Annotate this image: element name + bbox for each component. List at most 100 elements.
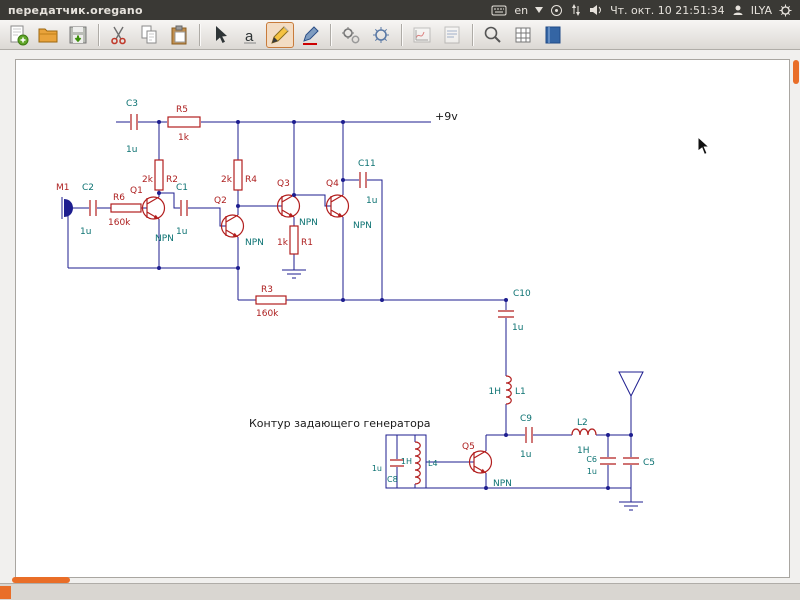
label-M1-name: M1 (56, 183, 70, 193)
select-tool-button[interactable] (206, 22, 234, 48)
plot-button[interactable] (408, 22, 436, 48)
label-C11-name: C11 (358, 159, 376, 169)
network-icon[interactable] (550, 4, 563, 17)
menubar: передатчик.oregano en Ч (0, 0, 800, 20)
microphone-symbol[interactable] (64, 199, 73, 217)
label-Q5-type: NPN (493, 479, 512, 489)
new-file-button[interactable] (4, 22, 32, 48)
open-file-button[interactable] (34, 22, 62, 48)
label-L4-value: 1H (401, 457, 412, 466)
label-L1-value: 1H (489, 387, 502, 397)
label-R3-name: R3 (261, 285, 273, 295)
save-file-button[interactable] (64, 22, 92, 48)
grid-button[interactable] (509, 22, 537, 48)
part-library-icon (542, 24, 564, 46)
clock[interactable]: Чт. окт. 10 21:51:34 (610, 4, 725, 17)
plot-icon (411, 24, 433, 46)
oscillator-caption: Контур задающего генератора (249, 417, 431, 430)
copy-icon (138, 24, 160, 46)
copy-button[interactable] (135, 22, 163, 48)
preferences-gear-icon (370, 24, 392, 46)
label-L2-name: L2 (577, 418, 588, 428)
vertical-scrollbar-thumb[interactable] (793, 60, 799, 84)
gear-icon[interactable] (779, 4, 792, 17)
label-R4-name: R4 (245, 175, 257, 185)
label-L1-name: L1 (515, 387, 526, 397)
keyboard-icon[interactable] (491, 4, 507, 16)
text-tool-button[interactable]: a (236, 22, 264, 48)
label-R4-value: 2k (221, 175, 233, 185)
label-C6-name: C6 (586, 455, 597, 464)
speaker-icon[interactable] (589, 4, 603, 16)
schematic-canvas[interactable]: +9v Контур задающего генератора C3 1u R5… (16, 60, 791, 579)
zoom-fit-button[interactable] (479, 22, 507, 48)
inductor-L2[interactable] (572, 429, 596, 435)
label-R3-value: 160k (256, 309, 279, 319)
text-tool-icon: a (239, 24, 261, 46)
resistor-R5[interactable] (168, 117, 200, 127)
preferences-button[interactable] (367, 22, 395, 48)
label-C1-value: 1u (176, 227, 187, 237)
label-L4-name: L4 (428, 459, 438, 468)
resistor-R1[interactable] (290, 226, 298, 254)
part-library-button[interactable] (539, 22, 567, 48)
label-C10-name: C10 (513, 289, 531, 299)
gears-icon (340, 24, 362, 46)
resistor-R4[interactable] (234, 160, 242, 190)
chevron-down-icon (535, 7, 543, 13)
label-Q5-name: Q5 (462, 442, 475, 452)
toolbar-separator (199, 24, 200, 46)
label-C6-value: 1u (587, 467, 597, 476)
wire-pencil-icon (269, 24, 291, 46)
mouse-cursor (697, 136, 711, 156)
label-C2-value: 1u (80, 227, 91, 237)
user-icon (732, 4, 744, 16)
save-icon (67, 24, 89, 46)
label-R6-value: 160k (108, 218, 131, 228)
magnifier-icon (482, 24, 504, 46)
label-C8-name: C8 (387, 475, 398, 484)
label-C11-value: 1u (366, 196, 377, 206)
resistor-R6[interactable] (111, 204, 141, 212)
grid-icon (512, 24, 534, 46)
netlist-button[interactable] (438, 22, 466, 48)
wire-tool-button[interactable] (266, 22, 294, 48)
resistor-R3[interactable] (256, 296, 286, 304)
user-menu[interactable]: ILYA (751, 4, 772, 17)
statusbar (0, 583, 800, 600)
keyboard-layout-indicator[interactable]: en (514, 4, 528, 17)
annotation-tool-button[interactable] (296, 22, 324, 48)
label-C9-name: C9 (520, 414, 532, 424)
resistor-R2[interactable] (155, 160, 163, 190)
label-R2-value: 2k (142, 175, 154, 185)
inductor-L1[interactable] (506, 376, 511, 404)
sync-arrows-icon[interactable] (570, 4, 582, 16)
text-tool-glyph: a (245, 28, 254, 45)
toolbar-separator (330, 24, 331, 46)
power-rail-label: +9v (435, 110, 458, 123)
label-C1-name: C1 (176, 183, 188, 193)
inductor-L4[interactable] (415, 442, 420, 484)
paste-icon (168, 24, 190, 46)
window-title: передатчик.oregano (8, 4, 143, 17)
label-C2-name: C2 (82, 183, 94, 193)
label-Q2-type: NPN (245, 238, 264, 248)
cut-button[interactable] (105, 22, 133, 48)
select-arrow-icon (209, 24, 231, 46)
schematic-sheet[interactable]: +9v Контур задающего генератора C3 1u R5… (15, 59, 790, 578)
label-C5-name: C5 (643, 458, 655, 468)
toolbar-separator (401, 24, 402, 46)
system-tray: en Чт. окт. 10 21:51:34 ILYA (491, 4, 792, 17)
label-Q2-name: Q2 (214, 196, 227, 206)
label-R1-value: 1k (277, 238, 289, 248)
label-R1-name: R1 (301, 238, 313, 248)
label-Q4-name: Q4 (326, 179, 339, 189)
label-C10-value: 1u (512, 323, 523, 333)
simulation-settings-button[interactable] (337, 22, 365, 48)
toolbar-separator (472, 24, 473, 46)
antenna-symbol[interactable] (619, 372, 643, 396)
cut-icon (108, 24, 130, 46)
paste-button[interactable] (165, 22, 193, 48)
transistor-leads[interactable] (147, 195, 486, 473)
statusbar-resize-nub (0, 586, 11, 599)
